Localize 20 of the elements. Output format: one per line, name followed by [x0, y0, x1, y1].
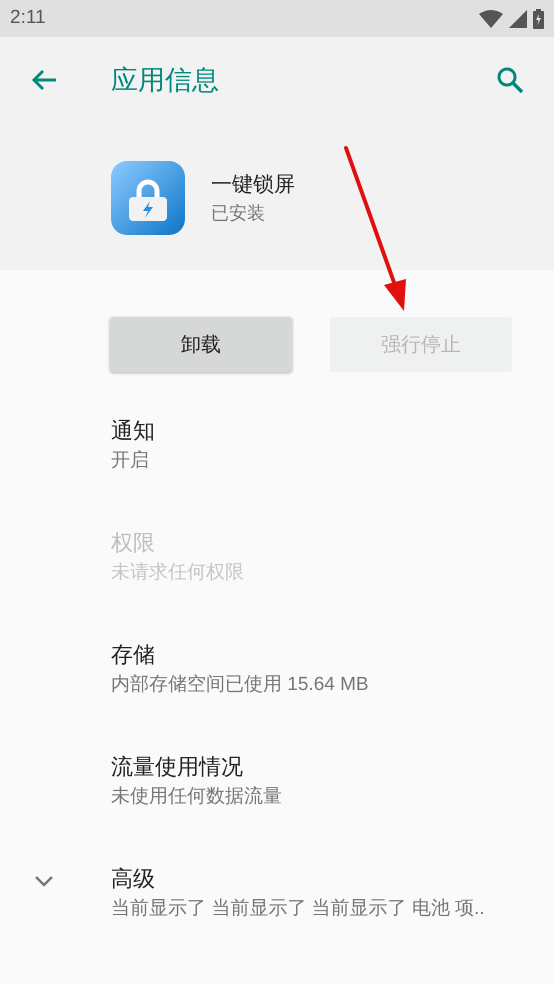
- signal-icon: [509, 10, 527, 28]
- wifi-icon: [479, 10, 503, 28]
- status-time: 2:11: [10, 6, 46, 30]
- setting-summary: 未使用任何数据流量: [111, 785, 282, 809]
- page-title: 应用信息: [111, 64, 219, 97]
- setting-title[interactable]: 存储: [111, 638, 369, 671]
- chevron-down-icon[interactable]: [34, 875, 54, 887]
- app-icon: [111, 161, 185, 235]
- battery-icon: [533, 8, 544, 28]
- setting-summary: 开启: [111, 449, 150, 473]
- app-name: 一键锁屏: [211, 172, 295, 198]
- action-button[interactable]: 卸载: [110, 317, 292, 372]
- setting-title[interactable]: 通知: [111, 414, 155, 447]
- back-icon[interactable]: [30, 68, 58, 92]
- setting-title[interactable]: 流量使用情况: [111, 750, 282, 783]
- setting-summary: 当前显示了 当前显示了 当前显示了 电池 项..: [111, 897, 485, 921]
- setting-title[interactable]: 高级: [111, 862, 485, 895]
- app-status: 已安装: [211, 202, 266, 226]
- setting-summary: 内部存储空间已使用 15.64 MB: [111, 673, 369, 697]
- search-icon[interactable]: [496, 66, 524, 94]
